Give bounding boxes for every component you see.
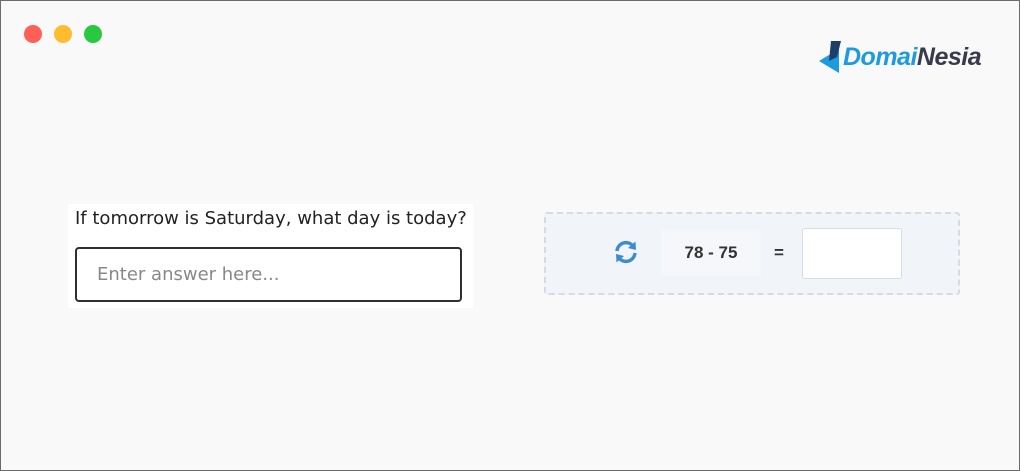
minimize-window-button[interactable] bbox=[54, 25, 72, 43]
equals-sign: = bbox=[774, 243, 784, 262]
captcha-result-input[interactable] bbox=[802, 228, 902, 279]
logo-text-part1: Domai bbox=[843, 42, 917, 71]
browser-window: DomaiNesia If tomorrow is Saturday, what… bbox=[0, 0, 1020, 471]
domainesia-logo: DomaiNesia bbox=[817, 37, 982, 77]
math-captcha-card: 78 - 75 = bbox=[544, 212, 960, 295]
close-window-button[interactable] bbox=[24, 25, 42, 43]
captcha-expression: 78 - 75 bbox=[661, 230, 761, 276]
domainesia-logo-icon bbox=[819, 41, 841, 73]
answer-input[interactable] bbox=[75, 247, 462, 302]
security-question-text: If tomorrow is Saturday, what day is tod… bbox=[75, 208, 467, 229]
logo-wordmark: DomaiNesia bbox=[843, 42, 982, 72]
maximize-window-button[interactable] bbox=[84, 25, 102, 43]
security-question-card: If tomorrow is Saturday, what day is tod… bbox=[68, 204, 473, 308]
logo-text-part2: Nesia bbox=[916, 42, 982, 71]
refresh-icon[interactable] bbox=[612, 238, 640, 266]
